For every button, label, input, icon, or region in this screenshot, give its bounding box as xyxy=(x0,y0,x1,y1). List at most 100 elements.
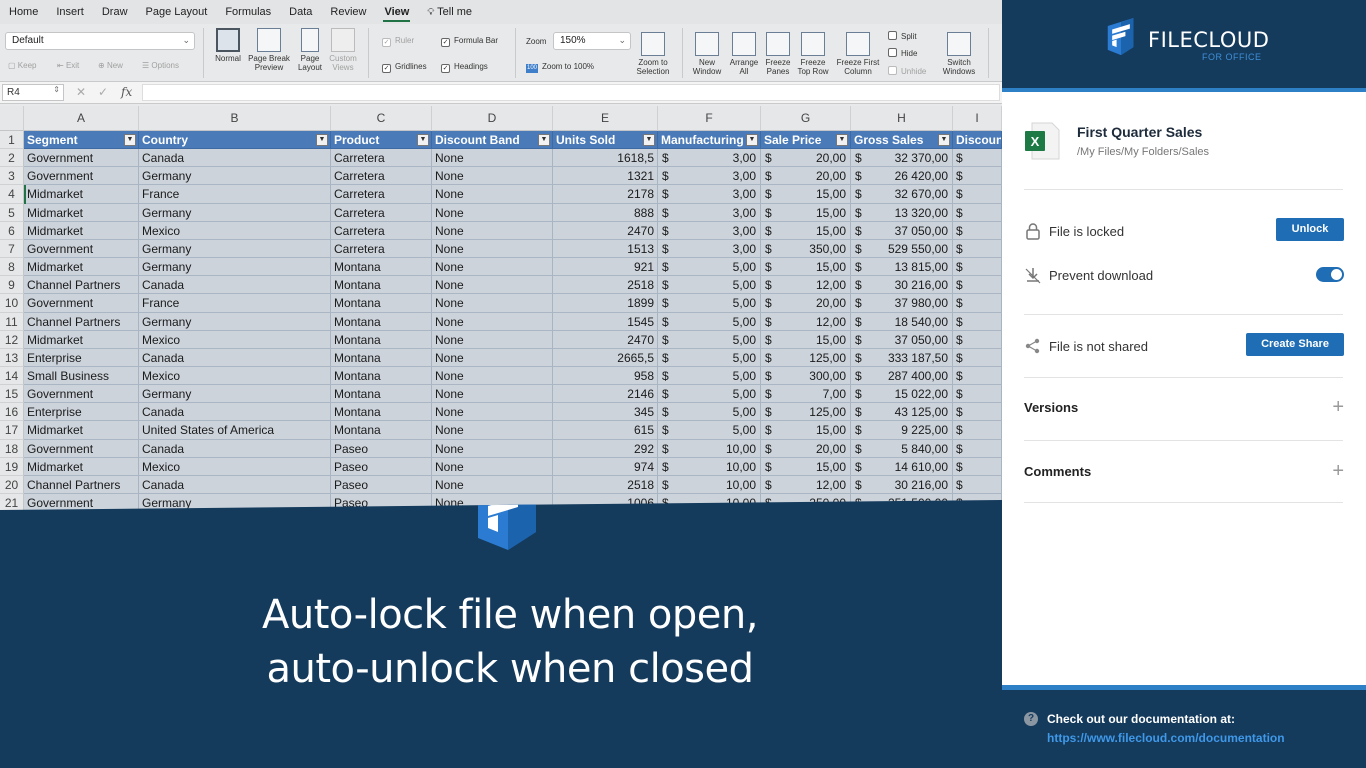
row-number[interactable]: 4 xyxy=(0,185,24,204)
table-cell[interactable]: $5,00 xyxy=(658,385,761,404)
table-cell[interactable]: $125,00 xyxy=(761,403,851,422)
table-cell[interactable]: $18 540,00 xyxy=(851,312,953,331)
table-cell[interactable]: None xyxy=(432,221,553,240)
options-button[interactable]: ☰ Options xyxy=(142,61,179,70)
table-cell[interactable]: $3,00 xyxy=(658,185,761,204)
table-cell[interactable]: None xyxy=(432,185,553,204)
table-cell[interactable]: $ xyxy=(953,312,1002,331)
table-cell[interactable]: Germany xyxy=(139,312,331,331)
table-cell[interactable]: Midmarket xyxy=(24,258,139,277)
zoom-100-button[interactable]: 100 Zoom to 100% xyxy=(526,62,594,73)
table-cell[interactable]: Canada xyxy=(139,439,331,458)
select-all-corner[interactable] xyxy=(0,106,24,131)
table-cell[interactable]: $5,00 xyxy=(658,276,761,295)
table-cell[interactable]: Canada xyxy=(139,276,331,295)
table-cell[interactable]: 2665,5 xyxy=(553,348,658,367)
table-cell[interactable]: $ xyxy=(953,475,1002,495)
switch-windows-button[interactable]: Switch Windows xyxy=(938,32,980,76)
table-cell[interactable]: $5,00 xyxy=(658,421,761,440)
table-cell[interactable]: $12,00 xyxy=(761,312,851,331)
table-cell[interactable]: None xyxy=(432,421,553,440)
table-cell[interactable]: $ xyxy=(953,185,1002,204)
table-cell[interactable]: Montana xyxy=(331,330,432,349)
table-cell[interactable]: Montana xyxy=(331,312,432,331)
versions-section[interactable]: Versions + xyxy=(1024,393,1344,423)
row-number[interactable]: 15 xyxy=(0,385,24,404)
table-cell[interactable]: 2518 xyxy=(553,276,658,295)
filter-dropdown-icon[interactable]: ▼ xyxy=(643,134,655,146)
table-cell[interactable]: $5,00 xyxy=(658,348,761,367)
table-cell[interactable]: Enterprise xyxy=(24,403,139,422)
table-cell[interactable]: Small Business xyxy=(24,366,139,386)
table-cell[interactable]: $ xyxy=(953,403,1002,422)
table-cell[interactable]: Paseo xyxy=(331,439,432,458)
table-cell[interactable]: $12,00 xyxy=(761,475,851,495)
formula-bar-checkbox[interactable]: ✓ Formula Bar xyxy=(441,36,498,47)
table-cell[interactable]: 2146 xyxy=(553,385,658,404)
column-header[interactable]: D xyxy=(432,106,553,131)
filter-dropdown-icon[interactable]: ▼ xyxy=(938,134,950,146)
table-cell[interactable]: $ xyxy=(953,439,1002,458)
table-cell[interactable]: $26 420,00 xyxy=(851,167,953,186)
table-cell[interactable]: Government xyxy=(24,439,139,458)
unlock-button[interactable]: Unlock xyxy=(1276,218,1344,241)
table-cell[interactable]: 292 xyxy=(553,439,658,458)
table-cell[interactable]: $14 610,00 xyxy=(851,457,953,476)
row-number[interactable]: 2 xyxy=(0,149,24,168)
table-cell[interactable]: $10,00 xyxy=(658,475,761,495)
table-cell[interactable]: $ xyxy=(953,149,1002,168)
ruler-checkbox[interactable]: ✓ Ruler xyxy=(382,36,414,47)
table-cell[interactable]: 958 xyxy=(553,366,658,386)
arrange-all-button[interactable]: Arrange All xyxy=(726,32,762,76)
name-box[interactable]: R4 ⇕ xyxy=(2,84,64,101)
header-cell[interactable]: Product ▼ xyxy=(331,131,432,150)
table-cell[interactable]: Midmarket xyxy=(24,457,139,476)
exit-button[interactable]: ⇤ Exit xyxy=(57,61,79,70)
table-cell[interactable]: $ xyxy=(953,348,1002,367)
table-cell[interactable]: $5 840,00 xyxy=(851,439,953,458)
filter-dropdown-icon[interactable]: ▼ xyxy=(836,134,848,146)
table-cell[interactable]: $10,00 xyxy=(658,457,761,476)
comments-section[interactable]: Comments + xyxy=(1024,457,1344,487)
row-number[interactable]: 6 xyxy=(0,221,24,240)
table-cell[interactable]: $37 980,00 xyxy=(851,294,953,313)
table-cell[interactable]: $30 216,00 xyxy=(851,475,953,495)
page-layout-button[interactable]: Page Layout xyxy=(294,28,326,72)
table-cell[interactable]: $ xyxy=(953,366,1002,386)
table-cell[interactable]: $15,00 xyxy=(761,330,851,349)
table-cell[interactable]: Germany xyxy=(139,239,331,259)
menu-tab-draw[interactable]: Draw xyxy=(93,0,137,24)
table-cell[interactable]: 2470 xyxy=(553,330,658,349)
table-cell[interactable]: $20,00 xyxy=(761,294,851,313)
table-cell[interactable]: Germany xyxy=(139,385,331,404)
row-number[interactable]: 17 xyxy=(0,421,24,440)
row-number[interactable]: 16 xyxy=(0,403,24,422)
table-cell[interactable]: $287 400,00 xyxy=(851,366,953,386)
table-cell[interactable]: Montana xyxy=(331,348,432,367)
table-cell[interactable]: $3,00 xyxy=(658,239,761,259)
hide-button[interactable]: Hide xyxy=(888,48,917,58)
table-cell[interactable]: $5,00 xyxy=(658,294,761,313)
table-cell[interactable]: $37 050,00 xyxy=(851,330,953,349)
table-cell[interactable]: France xyxy=(139,294,331,313)
table-cell[interactable]: Midmarket xyxy=(24,421,139,440)
menu-tab-formulas[interactable]: Formulas xyxy=(216,0,280,24)
table-cell[interactable]: Mexico xyxy=(139,457,331,476)
table-cell[interactable]: Montana xyxy=(331,294,432,313)
table-cell[interactable]: $5,00 xyxy=(658,330,761,349)
table-cell[interactable]: $ xyxy=(953,294,1002,313)
table-cell[interactable]: $529 550,00 xyxy=(851,239,953,259)
table-cell[interactable]: Canada xyxy=(139,403,331,422)
table-cell[interactable]: Channel Partners xyxy=(24,312,139,331)
table-cell[interactable]: $20,00 xyxy=(761,167,851,186)
table-cell[interactable]: Carretera xyxy=(331,221,432,240)
column-header[interactable]: F xyxy=(658,106,761,131)
table-cell[interactable]: None xyxy=(432,294,553,313)
header-cell[interactable]: Manufacturing ▼ xyxy=(658,131,761,150)
new-window-button[interactable]: New Window xyxy=(689,32,725,76)
table-cell[interactable]: $3,00 xyxy=(658,221,761,240)
table-cell[interactable]: $5,00 xyxy=(658,366,761,386)
custom-views-button[interactable]: Custom Views xyxy=(326,28,360,72)
table-cell[interactable]: $10,00 xyxy=(658,439,761,458)
freeze-top-row-button[interactable]: Freeze Top Row xyxy=(795,32,831,76)
